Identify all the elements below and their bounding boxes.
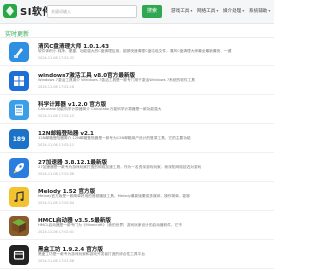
item-desc: 27加速器是一款专为游戏玩家打造的网络加速工具，作为一名资深游戏玩家，我深知网络… xyxy=(38,165,202,169)
item-desc: 12N邮箱登陆器简介 12N邮箱登陆器是一款专为12N邮箱用户设计的登录工具，它… xyxy=(38,136,191,140)
item-date: 2024-11-06 17:02:15 xyxy=(38,114,75,118)
nav-item-label: 游戏工具 xyxy=(171,9,190,14)
blackbox-icon xyxy=(9,245,29,265)
item-date: 2024-11-06 17:01:58 xyxy=(38,259,75,263)
list-item[interactable]: 黑盒工坊 1.9.2.4 官方版 黑盒工坊是一款专为游戏玩家和游戏开发者打造的综… xyxy=(0,241,274,269)
item-date: 2024-11-06 17:02:08 xyxy=(38,172,75,176)
item-desc: 软件体积小 纯净、便捷、功能强大的C盘清理应用，能够快速清理C盘垃圾文件，清风C… xyxy=(38,49,232,53)
windows-icon xyxy=(9,71,29,91)
chevron-down-icon: ▾ xyxy=(190,8,193,13)
item-desc: Windows 7激活工具简介 Windows 7激活工具是一款专门用于激活Wi… xyxy=(38,78,195,82)
nav-item-label: 网络工具 xyxy=(197,9,216,14)
nav-item-label: 媒介处理 xyxy=(223,9,242,14)
list-item[interactable]: windows7激活工具 v8.0官方最新版 Windows 7激活工具简介 W… xyxy=(0,67,274,95)
top-bar: SI软件 关键词输入 搜索 游戏工具▾ 网络工具▾ 媒介处理▾ 系统辅助▾ xyxy=(0,0,274,24)
nav-item-games[interactable]: 游戏工具▾ xyxy=(171,8,192,14)
item-date: 2024-11-06 17:02:04 xyxy=(38,201,75,205)
item-date: 2024-11-06 17:02:11 xyxy=(38,143,75,147)
item-desc: HMCL启动器是一款专门为《Minecraft》（我的世界）游戏玩家设计的启动器… xyxy=(38,223,183,227)
calculator-icon xyxy=(9,100,29,120)
list-item[interactable]: 27加速器 3.8.12.1最新版 27加速器是一款专为游戏玩家打造的网络加速工… xyxy=(0,154,274,182)
chevron-down-icon: ▾ xyxy=(242,8,245,13)
list-item[interactable]: 清风C盘清理大师 1.0.1.43 软件体积小 纯净、便捷、功能强大的C盘清理应… xyxy=(0,38,274,66)
nav-item-media[interactable]: 媒介处理▾ xyxy=(223,8,244,14)
nav-item-label: 系统辅助 xyxy=(249,9,268,14)
item-date: 2024-11-06 17:02:18 xyxy=(38,85,75,89)
chevron-down-icon: ▾ xyxy=(216,8,219,13)
mail-189-icon: 189 xyxy=(9,129,29,149)
music-icon xyxy=(9,187,29,207)
list-item[interactable]: HMCL启动器 v3.5.5最新版 HMCL启动器是一款专门为《Minecraf… xyxy=(0,212,274,240)
list-item[interactable]: 科学计算器 v1.2.0 官方版 Calculator功能科学计算器简介 Cal… xyxy=(0,96,274,124)
nav-item-network[interactable]: 网络工具▾ xyxy=(197,8,218,14)
rocket-icon xyxy=(9,158,29,178)
item-date: 2024-11-06 17:02:01 xyxy=(38,230,75,234)
item-date: 2024-11-06 17:02:32 xyxy=(38,56,75,60)
item-desc: Calculator功能科学计算器简介 Calculator万能科学计算器是一款… xyxy=(38,107,162,111)
search-button[interactable]: 搜索 xyxy=(142,5,162,18)
chevron-down-icon: ▾ xyxy=(268,8,271,13)
broom-icon xyxy=(9,42,29,62)
site-logo[interactable]: SI软件 xyxy=(3,3,53,18)
item-desc: Melody官方版是一款简单好用的音频播放工具，Melody最新版集成多媒体，操… xyxy=(38,194,190,198)
nav-item-system[interactable]: 系统辅助▾ xyxy=(249,8,270,14)
minecraft-block-icon xyxy=(9,216,29,236)
search-input[interactable]: 关键词输入 xyxy=(47,5,137,18)
list-item[interactable]: 189 12N邮箱登陆器 v2.1 12N邮箱登陆器简介 12N邮箱登陆器是一款… xyxy=(0,125,274,153)
logo-icon xyxy=(3,3,17,18)
list-item[interactable]: Melody 1.52 官方版 Melody官方版是一款简单好用的音频播放工具，… xyxy=(0,183,274,211)
item-desc: 黑盒工坊是一款专为游戏玩家和游戏开发者打造的综合性工具平台 xyxy=(38,252,145,256)
